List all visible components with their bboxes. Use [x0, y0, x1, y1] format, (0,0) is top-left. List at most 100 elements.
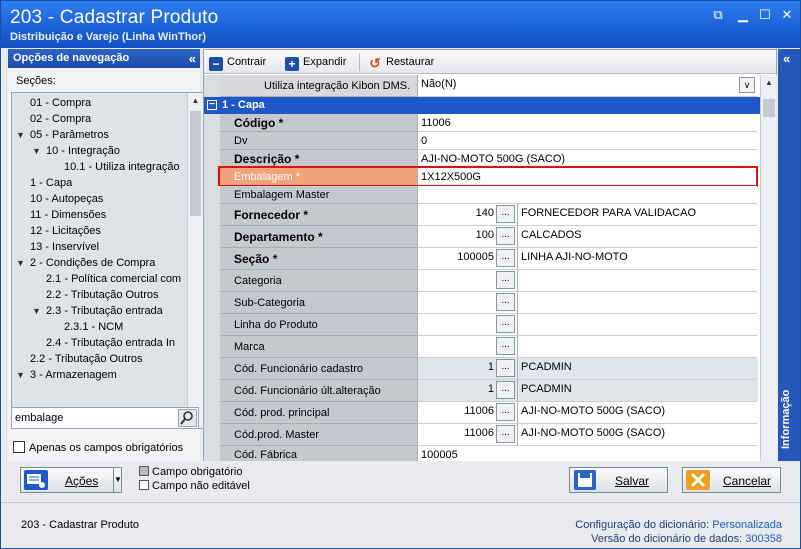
- grid-scroll-thumb[interactable]: [763, 99, 775, 117]
- property-value-field[interactable]: 11006... AJI-NO-MOTO 500G (SACO): [417, 402, 757, 424]
- tree-item-label: 05 - Parâmetros: [30, 129, 109, 141]
- property-value-field[interactable]: 100005: [417, 446, 757, 461]
- lookup-code: 11006: [464, 427, 494, 439]
- collapse-section-icon[interactable]: −: [207, 100, 217, 110]
- property-row: Embalagem * 1X12X500G: [204, 166, 760, 187]
- lookup-button[interactable]: ...: [496, 205, 515, 223]
- scroll-up-icon[interactable]: ▲: [188, 93, 203, 109]
- tree-item[interactable]: 2.1 - Política comercial com: [46, 271, 181, 287]
- property-value-field[interactable]: 0: [417, 132, 757, 150]
- property-value-field[interactable]: [417, 186, 757, 204]
- lookup-button[interactable]: ...: [496, 315, 515, 333]
- collapse-info-icon[interactable]: «: [783, 51, 790, 66]
- tree-item[interactable]: ▼ 2 - Condições de Compra: [16, 255, 155, 271]
- property-value-field[interactable]: 11006: [417, 114, 757, 132]
- restore-button[interactable]: ↺ Restaurar: [368, 54, 434, 71]
- property-value-field[interactable]: 100005... LINHA AJI-NO-MOTO: [417, 248, 757, 270]
- actions-button[interactable]: Ações ▼: [20, 467, 122, 493]
- tree-item[interactable]: 10.1 - Utiliza integração: [64, 159, 180, 175]
- lookup-button[interactable]: ...: [496, 337, 515, 355]
- property-value-field[interactable]: 1... PCADMIN: [417, 380, 758, 402]
- sections-tree[interactable]: 01 - Compra 02 - Compra ▼ 05 - Parâmetros ▼ 1…: [11, 92, 204, 429]
- property-value-field[interactable]: 1X12X500G: [417, 168, 757, 186]
- cancel-button[interactable]: Cancelar: [682, 467, 781, 493]
- information-label: Informação: [780, 389, 792, 449]
- property-row: Cód. Funcionário cadastro 1... PCADMIN: [204, 358, 760, 380]
- collapse-nav-icon[interactable]: «: [189, 49, 196, 68]
- tree-item-label: 12 - Licitações: [30, 225, 101, 237]
- section-capa[interactable]: − 1 - Capa: [204, 97, 760, 114]
- footer-title: 203 - Cadastrar Produto: [21, 519, 140, 531]
- tree-item[interactable]: 2.4 - Tributação entrada In: [46, 335, 175, 351]
- kibon-select[interactable]: Não(N) ∨: [417, 75, 757, 97]
- lookup-button[interactable]: ...: [496, 249, 515, 267]
- property-value-field[interactable]: ...: [417, 292, 757, 314]
- chevron-down-icon[interactable]: ∨: [739, 77, 755, 93]
- tree-item[interactable]: ▼ 2.3 - Tributação entrada: [32, 303, 163, 319]
- property-value-field[interactable]: AJI-NO-MOTO 500G (SACO): [417, 150, 757, 168]
- lookup-button[interactable]: ...: [496, 359, 515, 377]
- property-label: Departamento *: [220, 226, 417, 248]
- tree-item[interactable]: 12 - Licitações: [30, 223, 101, 239]
- restore-icon[interactable]: ⧉: [711, 8, 725, 22]
- tree-item[interactable]: 11 - Dimensões: [30, 207, 106, 223]
- property-value-field[interactable]: 11006... AJI-NO-MOTO 500G (SACO): [417, 424, 757, 446]
- main-window: 203 - Cadastrar Produto Distribuição e V…: [0, 0, 801, 549]
- collapse-button[interactable]: − Contrair: [209, 54, 266, 71]
- dropdown-arrow-icon[interactable]: ▼: [113, 468, 122, 492]
- tree-item[interactable]: 10 - Autopeças: [30, 191, 103, 207]
- expand-arrow-icon[interactable]: ▼: [32, 303, 46, 319]
- checkbox-box[interactable]: [13, 441, 25, 453]
- tree-item[interactable]: ▼ 05 - Parâmetros: [16, 127, 109, 143]
- expand-arrow-icon[interactable]: ▼: [16, 367, 30, 383]
- property-row: Cód. prod. principal 11006... AJI-NO-MOTO …: [204, 402, 760, 424]
- property-row: Seção * 100005... LINHA AJI-NO-MOTO: [204, 248, 760, 270]
- information-pane[interactable]: « Informação: [778, 49, 800, 461]
- grid-scrollbar[interactable]: ▲: [760, 75, 777, 461]
- lookup-button[interactable]: ...: [496, 425, 515, 443]
- tree-item[interactable]: 2.3.1 - NCM: [64, 319, 123, 335]
- tree-item[interactable]: 13 - Inservível: [30, 239, 99, 255]
- tree-item[interactable]: ▼ 10 - Integração: [32, 143, 120, 159]
- lookup-button[interactable]: ...: [496, 403, 515, 421]
- tree-item[interactable]: 1 - Capa: [30, 175, 72, 191]
- tree-scrollbar[interactable]: ▲ ▼: [187, 93, 203, 428]
- tree-item[interactable]: 2.2 - Tributação Outros: [30, 351, 143, 367]
- dictionary-config-label: Configuração do dicionário:: [575, 519, 710, 531]
- property-label: Categoria: [220, 270, 417, 292]
- lookup-description: LINHA AJI-NO-MOTO: [517, 248, 758, 269]
- only-required-checkbox[interactable]: Apenas os campos obrigatórios: [13, 441, 183, 454]
- expand-arrow-icon[interactable]: ▼: [16, 127, 30, 143]
- tree-item[interactable]: 01 - Compra: [30, 95, 91, 111]
- lookup-button[interactable]: ...: [496, 381, 515, 399]
- section-search-input[interactable]: embalage: [11, 407, 199, 429]
- lookup-button[interactable]: ...: [496, 293, 515, 311]
- expand-arrow-icon[interactable]: ▼: [32, 143, 46, 159]
- scroll-thumb[interactable]: [190, 111, 201, 216]
- expand-button[interactable]: + Expandir: [285, 54, 346, 71]
- window-title: 203 - Cadastrar Produto: [10, 7, 219, 28]
- close-icon[interactable]: ✕: [780, 8, 794, 22]
- lookup-code: 140: [475, 207, 494, 219]
- tree-item[interactable]: 02 - Compra: [30, 111, 91, 127]
- tree-item[interactable]: 2.2 - Tributação Outros: [46, 287, 159, 303]
- property-value-field[interactable]: 100... CALCADOS: [417, 226, 757, 248]
- lookup-button[interactable]: ...: [496, 271, 515, 289]
- property-value-field[interactable]: ...: [417, 336, 757, 358]
- property-row: Código * 11006: [204, 114, 760, 132]
- tree-item[interactable]: ▼ 3 - Armazenagem: [16, 367, 117, 383]
- tree-items: 01 - Compra 02 - Compra ▼ 05 - Parâmetros ▼ 1…: [12, 93, 187, 428]
- property-label: Cód. Funcionário cadastro: [220, 358, 417, 380]
- property-value-field[interactable]: ...: [417, 314, 757, 336]
- lookup-button[interactable]: ...: [496, 227, 515, 245]
- legend-required-label: Campo obrigatório: [152, 466, 243, 478]
- property-value-field[interactable]: 140... FORNECEDOR PARA VALIDACAO: [417, 204, 757, 226]
- minimize-icon[interactable]: ▁: [736, 8, 750, 22]
- property-value-field[interactable]: 1... PCADMIN: [417, 358, 758, 380]
- expand-arrow-icon[interactable]: ▼: [16, 255, 30, 271]
- search-button[interactable]: [178, 409, 197, 427]
- grid-scroll-up-icon[interactable]: ▲: [761, 75, 777, 91]
- property-value-field[interactable]: ...: [417, 270, 757, 292]
- save-button[interactable]: Salvar: [569, 467, 668, 493]
- maximize-icon[interactable]: ☐: [758, 8, 772, 22]
